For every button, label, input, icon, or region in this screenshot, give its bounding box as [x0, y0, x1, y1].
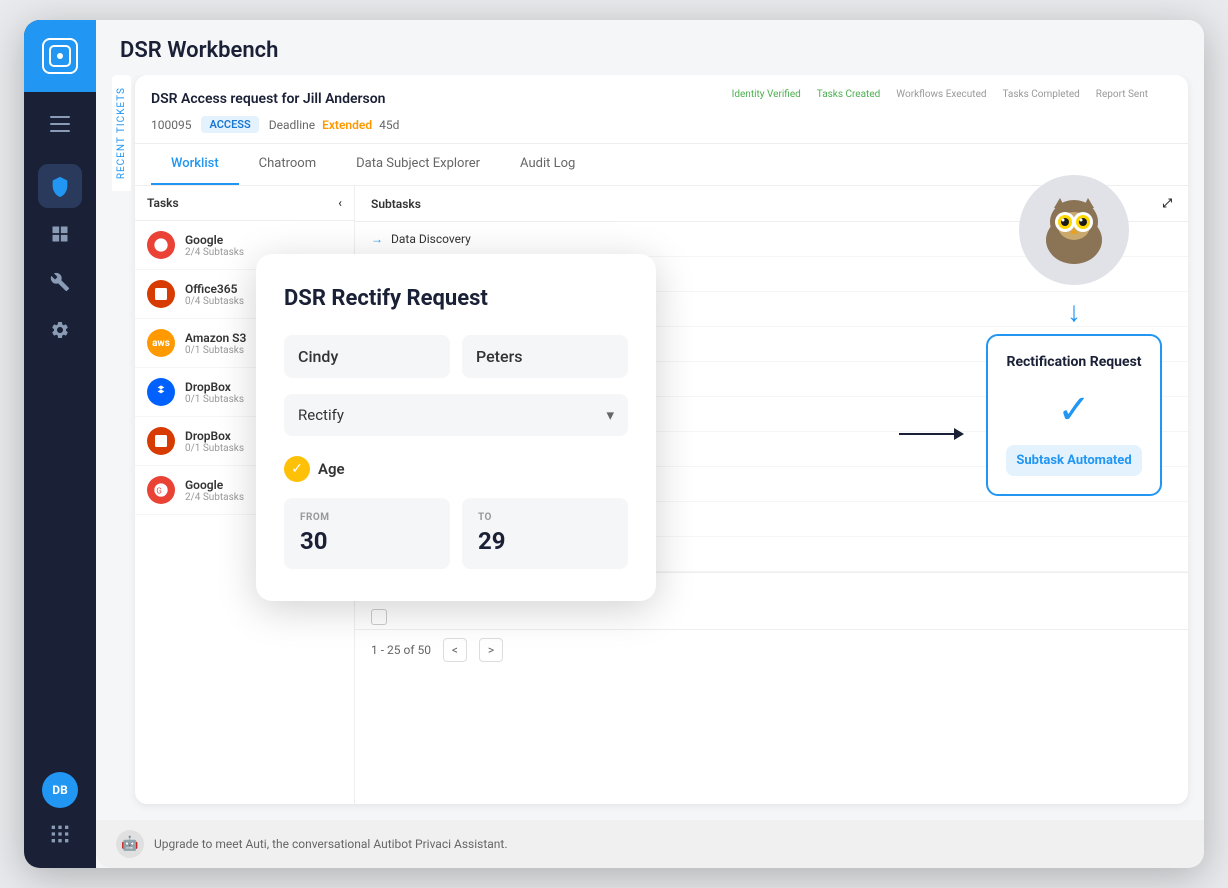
request-type-select[interactable]: Rectify ▾ [284, 394, 628, 436]
checkbox-2[interactable] [371, 609, 387, 625]
first-name-field[interactable]: Cindy [284, 335, 450, 378]
access-badge: ACCESS [201, 116, 258, 133]
deadline-status: Extended [322, 118, 372, 132]
attribute-check-icon: ✓ [284, 456, 310, 482]
modal-title: DSR Rectify Request [284, 286, 628, 311]
app-body: DB DSR Workbench RECENT TICKETS [24, 20, 1204, 868]
from-age-field[interactable]: FROM 30 [284, 498, 450, 569]
to-age-field[interactable]: To 29 [462, 498, 628, 569]
app-window: DB DSR Workbench RECENT TICKETS [24, 20, 1204, 868]
step-workflows-executed: Workflows Executed [888, 89, 994, 108]
to-value: 29 [478, 527, 612, 555]
step-identity-verified: Identity Verified [724, 89, 809, 108]
deadline-label: Deadline Extended 45d [269, 118, 400, 132]
page-header: DSR Workbench [96, 20, 1204, 75]
step-report-sent: Report Sent [1088, 89, 1156, 108]
content-area: RECENT TICKETS DSR Access request for Ji… [96, 75, 1204, 820]
step-tasks-completed: Tasks Completed [995, 89, 1088, 108]
sidebar-nav [24, 148, 96, 772]
pagination-text: 1 - 25 of 50 [371, 643, 431, 657]
google-logo-1 [147, 231, 175, 259]
rectify-modal: DSR Rectify Request Cindy Peters Rectify… [256, 254, 656, 601]
menu-button[interactable] [24, 100, 96, 148]
sidebar-bottom: DB [42, 772, 78, 868]
age-fields: FROM 30 To 29 [284, 498, 628, 569]
svg-text:G: G [156, 486, 161, 495]
page-title: DSR Workbench [120, 38, 1180, 63]
subtask-automated-label: Subtask Automated [1006, 445, 1141, 476]
tab-audit-log[interactable]: Audit Log [500, 144, 595, 185]
step-tasks-created: Tasks Created [809, 89, 889, 108]
sidebar: DB [24, 20, 96, 868]
request-type-value: Rectify [298, 406, 344, 424]
google-logo-2: G [147, 476, 175, 504]
owl-avatar [1019, 175, 1129, 285]
tab-data-subject-explorer[interactable]: Data Subject Explorer [336, 144, 500, 185]
main-content: DSR Workbench RECENT TICKETS DSR Access … [96, 20, 1204, 868]
tasks-back-btn[interactable]: ‹ [338, 196, 342, 210]
rectification-check-icon: ✓ [1006, 386, 1141, 433]
amazons3-logo: aws [147, 329, 175, 357]
progress-steps: Identity Verified Tasks Created Workflow… [724, 89, 1172, 108]
next-page-btn[interactable]: > [479, 638, 503, 662]
modal-name-fields: Cindy Peters [284, 335, 628, 378]
down-arrow-icon: ↓ [1067, 295, 1081, 328]
dsr-header: DSR Access request for Jill Anderson Ide… [135, 75, 1188, 144]
from-label: FROM [300, 512, 434, 523]
modal-attribute: ✓ Age [284, 456, 628, 482]
sidebar-item-shield[interactable] [38, 164, 82, 208]
sidebar-item-gear[interactable] [38, 308, 82, 352]
dsr-request-title: DSR Access request for Jill Anderson [151, 91, 385, 107]
user-avatar[interactable]: DB [42, 772, 78, 808]
attribute-label: Age [318, 460, 345, 478]
dropbox-logo-2 [147, 427, 175, 455]
tab-worklist[interactable]: Worklist [151, 144, 239, 185]
bottom-bar: 🤖 Upgrade to meet Auti, the conversation… [96, 820, 1204, 868]
office365-logo [147, 280, 175, 308]
tab-chatroom[interactable]: Chatroom [239, 144, 336, 185]
bottom-bar-text: Upgrade to meet Auti, the conversational… [154, 837, 508, 851]
sidebar-item-wrench[interactable] [38, 260, 82, 304]
from-value: 30 [300, 527, 434, 555]
bot-avatar: 🤖 [116, 830, 144, 858]
rectification-title: Rectification Request [1006, 354, 1141, 370]
dsr-title-row: DSR Access request for Jill Anderson Ide… [151, 89, 1172, 108]
dsr-meta: 100095 ACCESS Deadline Extended 45d [151, 116, 1172, 133]
apps-icon[interactable] [42, 816, 78, 852]
owl-rectification-area: ↓ Rectification Request ✓ Subtask Automa… [974, 175, 1174, 496]
to-label: To [478, 512, 612, 523]
recent-tickets-label[interactable]: RECENT TICKETS [112, 75, 131, 191]
dropbox-logo-1 [147, 378, 175, 406]
brand-logo [42, 38, 78, 74]
pagination-row: 1 - 25 of 50 < > [355, 629, 1188, 670]
dropdown-arrow-icon: ▾ [606, 406, 614, 424]
task-name-google-1: Google [185, 233, 342, 247]
rectification-box: Rectification Request ✓ Subtask Automate… [986, 334, 1161, 496]
prev-page-btn[interactable]: < [443, 638, 467, 662]
last-name-field[interactable]: Peters [462, 335, 628, 378]
sidebar-item-grid[interactable] [38, 212, 82, 256]
tasks-header: Tasks ‹ [135, 186, 354, 221]
sidebar-logo[interactable] [24, 20, 96, 92]
dsr-id: 100095 [151, 118, 191, 132]
